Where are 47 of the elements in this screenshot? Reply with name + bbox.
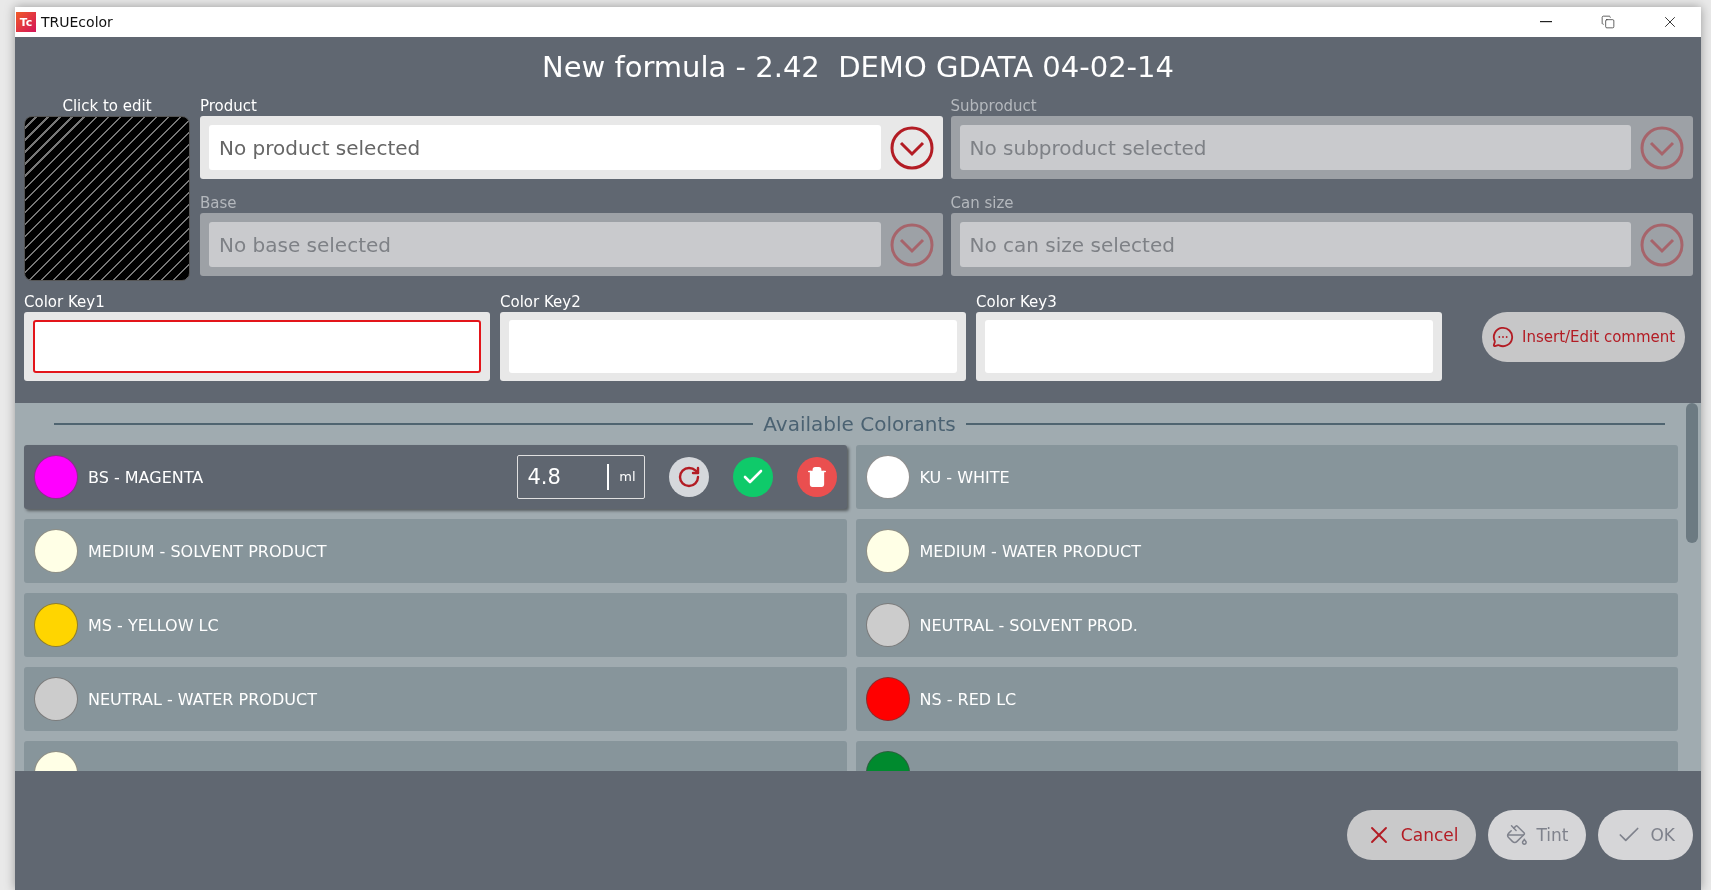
paint-bucket-icon bbox=[1506, 824, 1529, 846]
dropdown-field[interactable]: No product selected bbox=[200, 116, 943, 179]
field-label: Color Key2 bbox=[500, 293, 582, 312]
chevron-down-icon[interactable] bbox=[888, 124, 935, 171]
colorant-name: KU - WHITE bbox=[919, 467, 1011, 487]
comment-button[interactable]: Insert/Edit comment bbox=[1482, 312, 1686, 362]
colorant-row[interactable]: MEDIUM - SOLVENT PRODUCT bbox=[24, 519, 847, 583]
color-swatch[interactable] bbox=[24, 116, 190, 281]
window-title: TRUEcolor bbox=[41, 14, 114, 30]
formula-title: New formula - 2.42 DEMO GDATA 04-02-14 bbox=[542, 50, 1174, 84]
scrollbar[interactable] bbox=[1686, 403, 1698, 543]
colorant-name: MEDIUM - WATER PRODUCT bbox=[919, 541, 1142, 561]
colorant-name: BS - MAGENTA bbox=[88, 467, 205, 487]
colorant-name: MS - YELLOW LC bbox=[88, 615, 220, 635]
comment-icon bbox=[1492, 326, 1514, 348]
delete-button[interactable] bbox=[796, 457, 837, 497]
colorant-row[interactable]: NEUTRAL - SOLVENT PROD. bbox=[855, 593, 1678, 657]
swatch-label: Click to edit bbox=[62, 97, 152, 116]
field-label: Subproduct bbox=[950, 97, 1038, 116]
trash-icon bbox=[805, 466, 828, 488]
color-key-field[interactable] bbox=[976, 312, 1442, 381]
field-label: Product bbox=[200, 97, 258, 116]
color-key-field[interactable] bbox=[24, 312, 490, 381]
confirm-button[interactable] bbox=[732, 457, 773, 497]
cancel-button[interactable]: Cancel bbox=[1346, 810, 1477, 860]
amount-field[interactable]: 4.8 ml bbox=[516, 455, 645, 499]
field-label: Base bbox=[200, 194, 238, 213]
colorant-row[interactable]: BS - MAGENTA 4.8 ml bbox=[24, 445, 847, 509]
colorant-name: MEDIUM - SOLVENT PRODUCT bbox=[88, 541, 328, 561]
colorant-name: NS - RED LC bbox=[919, 689, 1018, 709]
colorant-name: NEUTRAL - WATER PRODUCT bbox=[88, 689, 318, 709]
reset-button[interactable] bbox=[668, 457, 709, 497]
section-heading: Available Colorants bbox=[763, 412, 956, 436]
field-label: Color Key3 bbox=[976, 293, 1058, 312]
field-label: Color Key1 bbox=[24, 293, 106, 312]
colorant-row[interactable]: NS - RED LC bbox=[855, 667, 1678, 731]
colorant-row[interactable]: MEDIUM - WATER PRODUCT bbox=[855, 519, 1678, 583]
colorant-name: NEUTRAL - SOLVENT PROD. bbox=[919, 615, 1139, 635]
app-logo: Tc bbox=[16, 12, 36, 32]
colorant-row[interactable]: NEUTRAL - WATER PRODUCT bbox=[24, 667, 847, 731]
field-label: Can size bbox=[950, 194, 1015, 213]
minimize-icon bbox=[1540, 21, 1552, 23]
color-key-field[interactable] bbox=[500, 312, 966, 381]
refresh-icon bbox=[676, 465, 701, 489]
colorant-row[interactable]: KU - WHITE bbox=[855, 445, 1678, 509]
colorant-row[interactable]: MS - YELLOW LC bbox=[24, 593, 847, 657]
restore-icon bbox=[1601, 15, 1615, 29]
